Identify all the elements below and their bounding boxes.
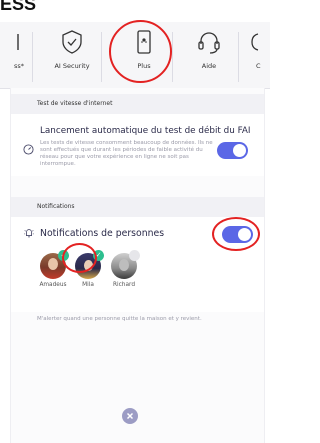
speedtest-title: Lancement automatique du test de débit d…: [40, 126, 251, 136]
section-title: Notifications: [37, 203, 75, 210]
top-strip: ESS: [0, 0, 270, 22]
annotation-circle-plus: [109, 20, 172, 83]
nav-item-label: AI Security: [54, 62, 90, 70]
toggle-knob: [233, 144, 246, 157]
section-title: Test de vitesse d'internet: [37, 100, 113, 107]
shield-check-icon: [62, 30, 82, 54]
nav-item-partial-right[interactable]: C: [246, 22, 286, 88]
annotation-circle-avatar: [62, 243, 97, 273]
partial-icon: [17, 34, 19, 50]
nav-item-ai-security[interactable]: AI Security: [46, 22, 98, 88]
close-button[interactable]: [122, 408, 138, 424]
section-header-speedtest: Test de vitesse d'internet: [11, 94, 264, 114]
speedtest-card: Lancement automatique du test de débit d…: [11, 114, 264, 176]
speedtest-description: Les tests de vitesse consomment beaucoup…: [40, 140, 213, 167]
person-richard[interactable]: Richard: [107, 250, 141, 288]
settings-panel: Test de vitesse d'internet Lancement aut…: [10, 88, 265, 443]
person-name: Mila: [82, 282, 94, 288]
speedtest-toggle[interactable]: [217, 142, 248, 159]
nav-item-label: ss*: [13, 62, 24, 70]
title-fragment: ESS: [0, 0, 37, 14]
nav-item-aide[interactable]: Aide: [183, 22, 235, 88]
notifications-description: M'alerter quand une personne quitte la m…: [37, 316, 202, 322]
headset-icon: [198, 32, 220, 54]
speedometer-icon: [23, 144, 34, 155]
unchecked-badge: [129, 250, 140, 261]
annotation-circle-toggle: [212, 217, 260, 251]
partial-icon: [251, 33, 259, 51]
nav-item-partial-left[interactable]: ss*: [0, 22, 32, 88]
person-name: Amadeus: [39, 282, 67, 288]
nav-item-label: Aide: [201, 62, 217, 70]
person-name: Richard: [112, 282, 135, 288]
nav-item-label: C: [256, 62, 261, 70]
notifications-title: Notifications de personnes: [40, 228, 165, 239]
close-icon: [126, 412, 134, 420]
bell-icon: [24, 229, 34, 238]
section-header-notifications: Notifications: [11, 197, 264, 217]
